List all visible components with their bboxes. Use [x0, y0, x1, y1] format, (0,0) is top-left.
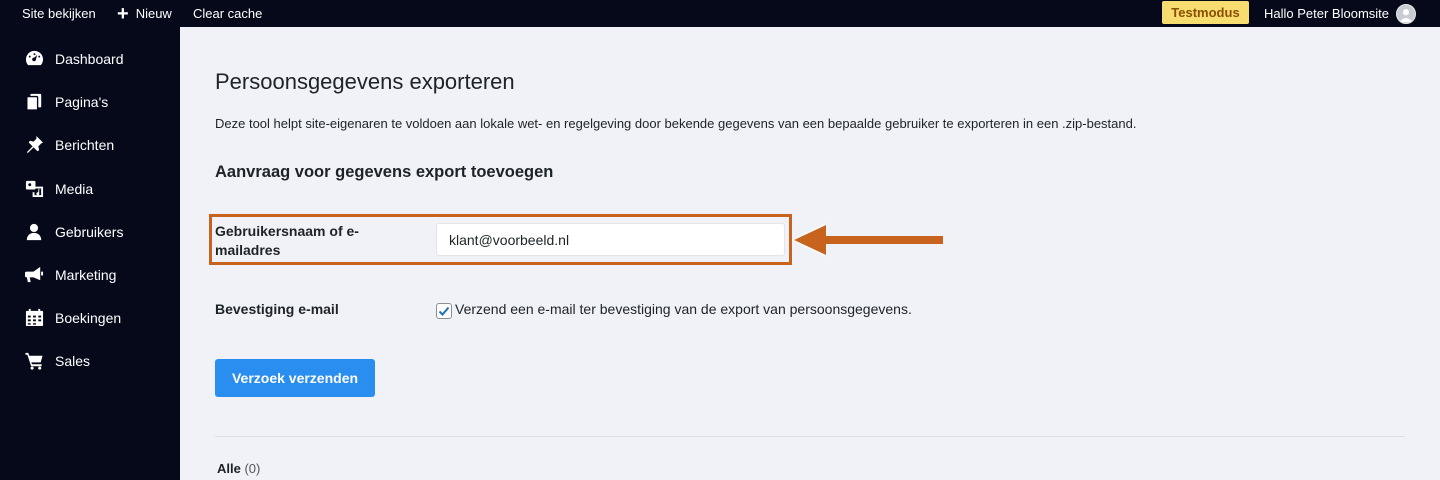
sidebar-item-sales[interactable]: Sales — [0, 339, 180, 382]
sidebar-item-label: Berichten — [55, 136, 115, 153]
checkmark-icon — [438, 306, 450, 316]
sidebar-item-label: Gebruikers — [55, 223, 124, 240]
submit-request-button[interactable]: Verzoek verzenden — [215, 359, 375, 397]
confirm-email-text: Verzend een e-mail ter bevestiging van d… — [455, 301, 912, 317]
sidebar-item-bookings[interactable]: Boekingen — [0, 296, 180, 339]
sidebar-item-media[interactable]: Media — [0, 167, 180, 210]
sidebar-item-label: Sales — [55, 352, 91, 369]
sidebar-item-dashboard[interactable]: Dashboard — [0, 37, 180, 80]
sidebar-item-label: Dashboard — [55, 50, 124, 67]
filter-all-count: (0) — [244, 461, 261, 476]
sidebar-item-label: Marketing — [55, 266, 117, 283]
clear-cache-link[interactable]: Clear cache — [193, 0, 262, 27]
media-icon — [24, 179, 44, 199]
pin-icon — [24, 135, 44, 155]
admin-sidebar: Dashboard Pagina's Berichten Media Gebru… — [0, 27, 180, 480]
filter-all-link[interactable]: Alle (0) — [217, 461, 260, 476]
sidebar-item-marketing[interactable]: Marketing — [0, 253, 180, 296]
admin-bar: Site bekijken + Nieuw Clear cache Testmo… — [0, 0, 1440, 27]
filter-all-label: Alle — [217, 461, 241, 476]
plus-icon: + — [117, 2, 129, 25]
user-icon — [24, 222, 44, 242]
sidebar-item-label: Media — [55, 180, 94, 197]
megaphone-icon — [24, 265, 44, 285]
username-email-input[interactable] — [436, 223, 785, 256]
main-content: Persoonsgegevens exporteren Deze tool he… — [180, 27, 1440, 480]
page-description: Deze tool helpt site-eigenaren te voldoe… — [215, 116, 1137, 131]
test-mode-badge[interactable]: Testmodus — [1162, 1, 1249, 24]
sidebar-item-users[interactable]: Gebruikers — [0, 210, 180, 253]
sidebar-item-label: Boekingen — [55, 309, 122, 326]
calendar-icon — [24, 308, 44, 328]
account-menu[interactable]: Hallo Peter Bloomsite — [1264, 0, 1416, 27]
greeting-text: Hallo Peter Bloomsite — [1264, 6, 1389, 21]
sidebar-item-label: Pagina's — [55, 93, 109, 110]
sidebar-item-pages[interactable]: Pagina's — [0, 80, 180, 123]
divider — [215, 436, 1405, 437]
section-title: Aanvraag voor gegevens export toevoegen — [215, 163, 554, 181]
new-label: Nieuw — [135, 6, 172, 21]
page-title: Persoonsgegevens exporteren — [215, 69, 515, 94]
confirm-email-checkbox[interactable] — [436, 303, 452, 319]
confirm-email-label: Bevestiging e-mail — [215, 301, 339, 317]
cart-icon — [24, 351, 44, 371]
arrow-pointer-icon — [792, 223, 943, 257]
username-label: Gebruikersnaam of e-mailadres — [215, 223, 359, 258]
pages-icon — [24, 92, 44, 112]
new-content-button[interactable]: + Nieuw — [117, 0, 172, 27]
view-site-link[interactable]: Site bekijken — [22, 0, 96, 27]
dashboard-icon — [24, 49, 44, 69]
sidebar-item-posts[interactable]: Berichten — [0, 123, 180, 166]
avatar — [1396, 3, 1416, 24]
